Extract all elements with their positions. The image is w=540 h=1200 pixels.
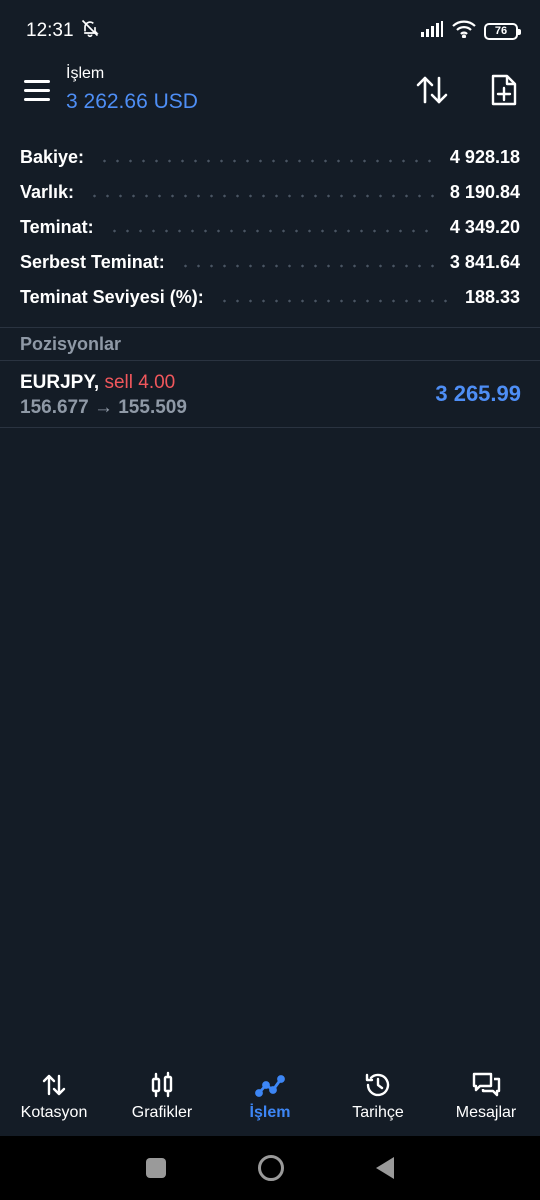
status-bar: 12:31 76 <box>0 0 540 62</box>
history-clock-icon <box>365 1073 390 1097</box>
page-title: İşlem <box>66 65 105 82</box>
home-circle-icon[interactable] <box>258 1155 284 1181</box>
bottom-navigation: Kotasyon Grafikler İşlem Tarihçe Mesajla… <box>0 1062 540 1136</box>
position-row[interactable]: EURJPY, sell 4.00 156.677 → 155.509 3 26… <box>0 362 540 428</box>
nav-label: Grafikler <box>131 1104 193 1121</box>
position-prices: 156.677 → 155.509 <box>20 397 187 418</box>
status-right: 76 <box>420 20 521 43</box>
status-time: 12:31 <box>26 20 74 41</box>
summary-row-balance: Bakiye: 4 928.18 <box>0 140 540 175</box>
summary-row-free-margin: Serbest Teminat: 3 841.64 <box>0 245 540 280</box>
signal-icon <box>420 20 444 42</box>
position-profit: 3 265.99 <box>435 381 521 406</box>
account-summary: Bakiye: 4 928.18 Varlık: 8 190.84 Temina… <box>0 140 540 315</box>
app-header: İşlem 3 262.66 USD <box>0 62 540 120</box>
nav-label: Mesajlar <box>455 1104 517 1121</box>
summary-row-margin: Teminat: 4 349.20 <box>0 210 540 245</box>
nav-item-trade[interactable]: İşlem <box>216 1062 324 1136</box>
battery-icon: 76 <box>484 22 521 40</box>
nav-item-charts[interactable]: Grafikler <box>108 1062 216 1136</box>
dotted-leader <box>98 158 436 163</box>
quotes-arrows-icon <box>42 1074 66 1096</box>
summary-label: Teminat: <box>20 217 94 237</box>
summary-label: Bakiye: <box>20 147 85 167</box>
wifi-icon <box>452 20 476 43</box>
candlestick-chart-icon <box>151 1071 173 1098</box>
nav-label: Tarihçe <box>352 1104 404 1121</box>
nav-item-quotes[interactable]: Kotasyon <box>0 1062 108 1136</box>
trade-line-icon <box>255 1075 285 1097</box>
summary-row-margin-level: Teminat Seviyesi (%): 188.33 <box>0 280 540 315</box>
position-side: sell 4.00 <box>104 372 176 393</box>
nav-label: İşlem <box>249 1104 291 1121</box>
dotted-leader <box>107 228 436 233</box>
dotted-leader <box>178 263 436 268</box>
messages-chat-icon <box>472 1072 501 1097</box>
summary-row-equity: Varlık: 8 190.84 <box>0 175 540 210</box>
system-navigation-bar <box>0 1136 540 1200</box>
sort-arrows-icon[interactable] <box>414 72 450 108</box>
new-order-document-icon[interactable] <box>486 72 522 108</box>
nav-label: Kotasyon <box>20 1104 88 1121</box>
header-balance: 3 262.66 USD <box>66 90 198 113</box>
summary-value: 4 349.20 <box>449 217 520 237</box>
dotted-leader <box>88 193 436 198</box>
summary-value: 3 841.64 <box>449 252 520 272</box>
summary-label: Serbest Teminat: <box>20 252 165 272</box>
summary-label: Teminat Seviyesi (%): <box>20 287 204 307</box>
summary-value: 188.33 <box>464 287 520 307</box>
hamburger-menu-icon[interactable] <box>24 80 52 102</box>
bell-muted-icon <box>80 18 100 44</box>
status-left: 12:31 <box>26 18 100 44</box>
summary-label: Varlık: <box>20 182 75 202</box>
position-symbol-line: EURJPY, sell 4.00 <box>20 372 175 394</box>
recents-square-icon[interactable] <box>146 1158 166 1178</box>
nav-item-history[interactable]: Tarihçe <box>324 1062 432 1136</box>
nav-item-messages[interactable]: Mesajlar <box>432 1062 540 1136</box>
position-symbol: EURJPY, <box>20 372 100 393</box>
dotted-leader <box>217 298 451 303</box>
positions-section-header: Pozisyonlar <box>0 327 540 361</box>
summary-value: 4 928.18 <box>449 147 520 167</box>
summary-value: 8 190.84 <box>449 182 520 202</box>
back-triangle-icon[interactable] <box>376 1157 394 1179</box>
